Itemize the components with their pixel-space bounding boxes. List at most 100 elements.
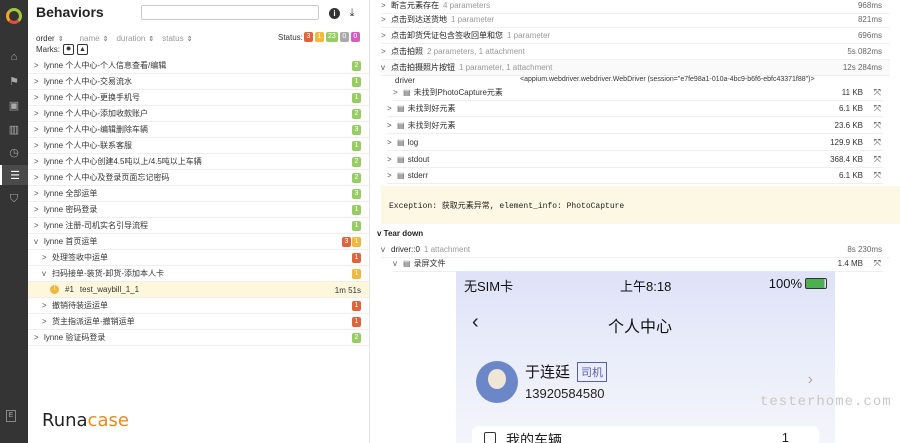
tree-group-row[interactable]: > lynne 全部运单 3: [28, 186, 369, 202]
tree-group-row[interactable]: > 处理签收中运单 1: [28, 250, 369, 266]
tree-group-row[interactable]: > lynne 个人中心及登录页面忘记密码 2: [28, 170, 369, 186]
attachment-row[interactable]: > ▤ stderr 6.1 KB ⤧: [387, 168, 883, 184]
expand-icon[interactable]: ⤧: [874, 258, 881, 269]
sort-status[interactable]: status ⇕: [162, 34, 192, 43]
tree-group-row[interactable]: > lynne 个人中心-联系客服 1: [28, 138, 369, 154]
status-passed-toggle[interactable]: 23: [326, 32, 338, 42]
chevron-right-icon: >: [34, 61, 39, 70]
step-row[interactable]: > 点击到达送货地 1 parameter 821ms: [381, 12, 890, 28]
chart-icon[interactable]: ▥: [0, 119, 28, 139]
count-badge: 2: [352, 61, 361, 71]
tag-icon[interactable]: ⛉: [0, 189, 28, 209]
tree-group-row[interactable]: > lynne 密码登录 1: [28, 202, 369, 218]
tree-group-row[interactable]: > lynne 个人中心-添加收款账户 2: [28, 106, 369, 122]
count-badge: 2: [352, 157, 361, 167]
expand-icon[interactable]: ⤧: [874, 103, 881, 114]
attachment-name: log: [407, 138, 419, 147]
expand-icon[interactable]: ⤧: [874, 154, 881, 165]
tree-group-row[interactable]: > lynne 个人中心-交易流水 1: [28, 74, 369, 90]
attachment-row[interactable]: > ▤ 未找到好元素 23.6 KB ⤧: [387, 118, 883, 134]
briefcase-icon[interactable]: ▣: [0, 95, 28, 115]
count-badge: 2: [352, 333, 361, 343]
chevron-right-icon: >: [42, 253, 47, 262]
tree-item-label: lynne 个人中心-交易流水: [44, 77, 133, 86]
tree-item-label: lynne 个人中心-编辑删除车辆: [44, 125, 149, 134]
status-skipped-toggle[interactable]: 0: [339, 32, 349, 42]
new-failed-mark-toggle[interactable]: ▲: [77, 44, 88, 55]
tree-group-row[interactable]: v 扫码接单-装货-卸货-添加本人卡 1: [28, 266, 369, 282]
chevron-right-icon: >: [387, 121, 392, 130]
step-row[interactable]: v 点击拍摄照片按钮 1 parameter, 1 attachment 12s 28…: [381, 60, 890, 76]
chevron-down-icon: v: [393, 259, 397, 268]
status-filter-label: Status:: [278, 33, 303, 42]
exception-message: Exception: 获取元素异常, element_info: PhotoCa…: [381, 186, 900, 224]
marks-label: Marks:: [36, 45, 60, 54]
expand-icon[interactable]: ⤧: [874, 170, 881, 181]
attachment-size: 368.4 KB: [830, 155, 863, 164]
video-attachment-row[interactable]: v ▤ 录屏文件 1.4 MB ⤧: [393, 256, 883, 272]
step-name: 点击拍照: [391, 47, 423, 56]
home-icon[interactable]: ⌂: [0, 47, 28, 67]
chevron-right-icon: >: [387, 104, 392, 113]
attachment-row[interactable]: > ▤ stdout 368.4 KB ⤧: [387, 152, 883, 168]
step-row[interactable]: > 点击卸货凭证包含签收回单和您 1 parameter 696ms: [381, 28, 890, 44]
tree-item-label: lynne 个人中心创建4.5吨以上/4.5吨以上车辆: [44, 157, 202, 166]
chevron-down-icon: v: [381, 63, 385, 72]
tree-group-row[interactable]: > lynne 验证码登录 2: [28, 330, 369, 346]
expand-icon[interactable]: ⤧: [874, 137, 881, 148]
attachment-row[interactable]: > ▤ 未找到PhotoCapture元素 11 KB ⤧: [393, 85, 883, 101]
collapse-sidebar-button[interactable]: E: [6, 410, 16, 422]
tree-group-row[interactable]: > lynne 个人中心-个人信息查看/编辑 2: [28, 58, 369, 74]
attachment-row[interactable]: > ▤ log 129.9 KB ⤧: [387, 135, 883, 151]
count-badge: 1: [352, 301, 361, 311]
step-name: 点击拍摄照片按钮: [391, 63, 455, 72]
expand-icon[interactable]: ⤧: [874, 120, 881, 131]
status-failed-toggle[interactable]: 3: [304, 32, 313, 42]
broken-status-icon: !: [50, 285, 59, 294]
flaky-mark-toggle[interactable]: ✹: [63, 44, 74, 55]
chevron-right-icon: >: [387, 171, 392, 180]
search-input[interactable]: [141, 5, 319, 20]
tree-item-label: lynne 个人中心-联系客服: [44, 141, 133, 150]
download-icon[interactable]: ⤓: [346, 7, 358, 19]
step-time: 821ms: [857, 15, 882, 24]
status-unknown-toggle[interactable]: 0: [350, 32, 360, 42]
flag-icon[interactable]: ⚑: [0, 71, 28, 91]
status-broken-toggle[interactable]: 1: [315, 32, 324, 42]
clock-icon[interactable]: ◷: [0, 142, 28, 162]
vehicle-icon: [484, 432, 496, 443]
tree-group-row[interactable]: v lynne 首页运单 3 1: [28, 234, 369, 250]
test-case-row[interactable]: ! #1 test_waybill_1_1 1m 51s: [28, 282, 369, 298]
marks-filter: Marks: ✹ ▲: [36, 44, 88, 55]
tree-group-row[interactable]: > lynne 个人中心-更换手机号 1: [28, 90, 369, 106]
step-row[interactable]: > 点击拍照 2 parameters, 1 attachment 5s 082ms: [381, 44, 890, 60]
sort-duration[interactable]: duration ⇕: [116, 34, 154, 43]
step-meta: 2 parameters, 1 attachment: [427, 47, 525, 56]
info-icon[interactable]: i: [329, 8, 340, 19]
tree-item-label: test_waybill_1_1: [79, 285, 140, 294]
test-duration: 1m 51s: [334, 286, 361, 295]
list-icon[interactable]: ☰: [0, 165, 28, 185]
count-badge: 1: [352, 205, 361, 215]
tree-item-label: lynne 全部运单: [44, 189, 98, 198]
attachment-size: 6.1 KB: [838, 171, 863, 180]
tree-group-row[interactable]: > lynne 个人中心创建4.5吨以上/4.5吨以上车辆 2: [28, 154, 369, 170]
video-preview[interactable]: 无SIM卡 上午8:18 100% ‹ 个人中心 于连廷 司机 13920584…: [456, 271, 835, 443]
tree-item-label: lynne 个人中心-添加收款账户: [44, 109, 149, 118]
chevron-right-icon: >: [387, 155, 392, 164]
expand-icon[interactable]: ⤧: [874, 87, 881, 98]
tree-group-row[interactable]: > lynne 个人中心-编辑删除车辆 3: [28, 122, 369, 138]
step-meta: 1 parameter: [507, 31, 551, 40]
tree-group-row[interactable]: > 撤销待装运运单 1: [28, 298, 369, 314]
tree-group-row[interactable]: > lynne 注册-司机实名引导流程 1: [28, 218, 369, 234]
count-badge: 1: [352, 237, 361, 247]
chevron-right-icon: >: [34, 77, 39, 86]
sort-order[interactable]: order ⇕: [36, 34, 64, 43]
chevron-right-icon: >: [34, 93, 39, 102]
tree-group-row[interactable]: > 货主指派运单-撤销运单 1: [28, 314, 369, 330]
attachment-row[interactable]: > ▤ 未找到好元素 6.1 KB ⤧: [387, 101, 883, 117]
file-icon: ▤: [397, 155, 405, 164]
sort-name[interactable]: name ⇕: [80, 34, 109, 43]
chevron-down-icon: v: [34, 237, 38, 246]
teardown-header[interactable]: v Tear down: [377, 229, 423, 238]
